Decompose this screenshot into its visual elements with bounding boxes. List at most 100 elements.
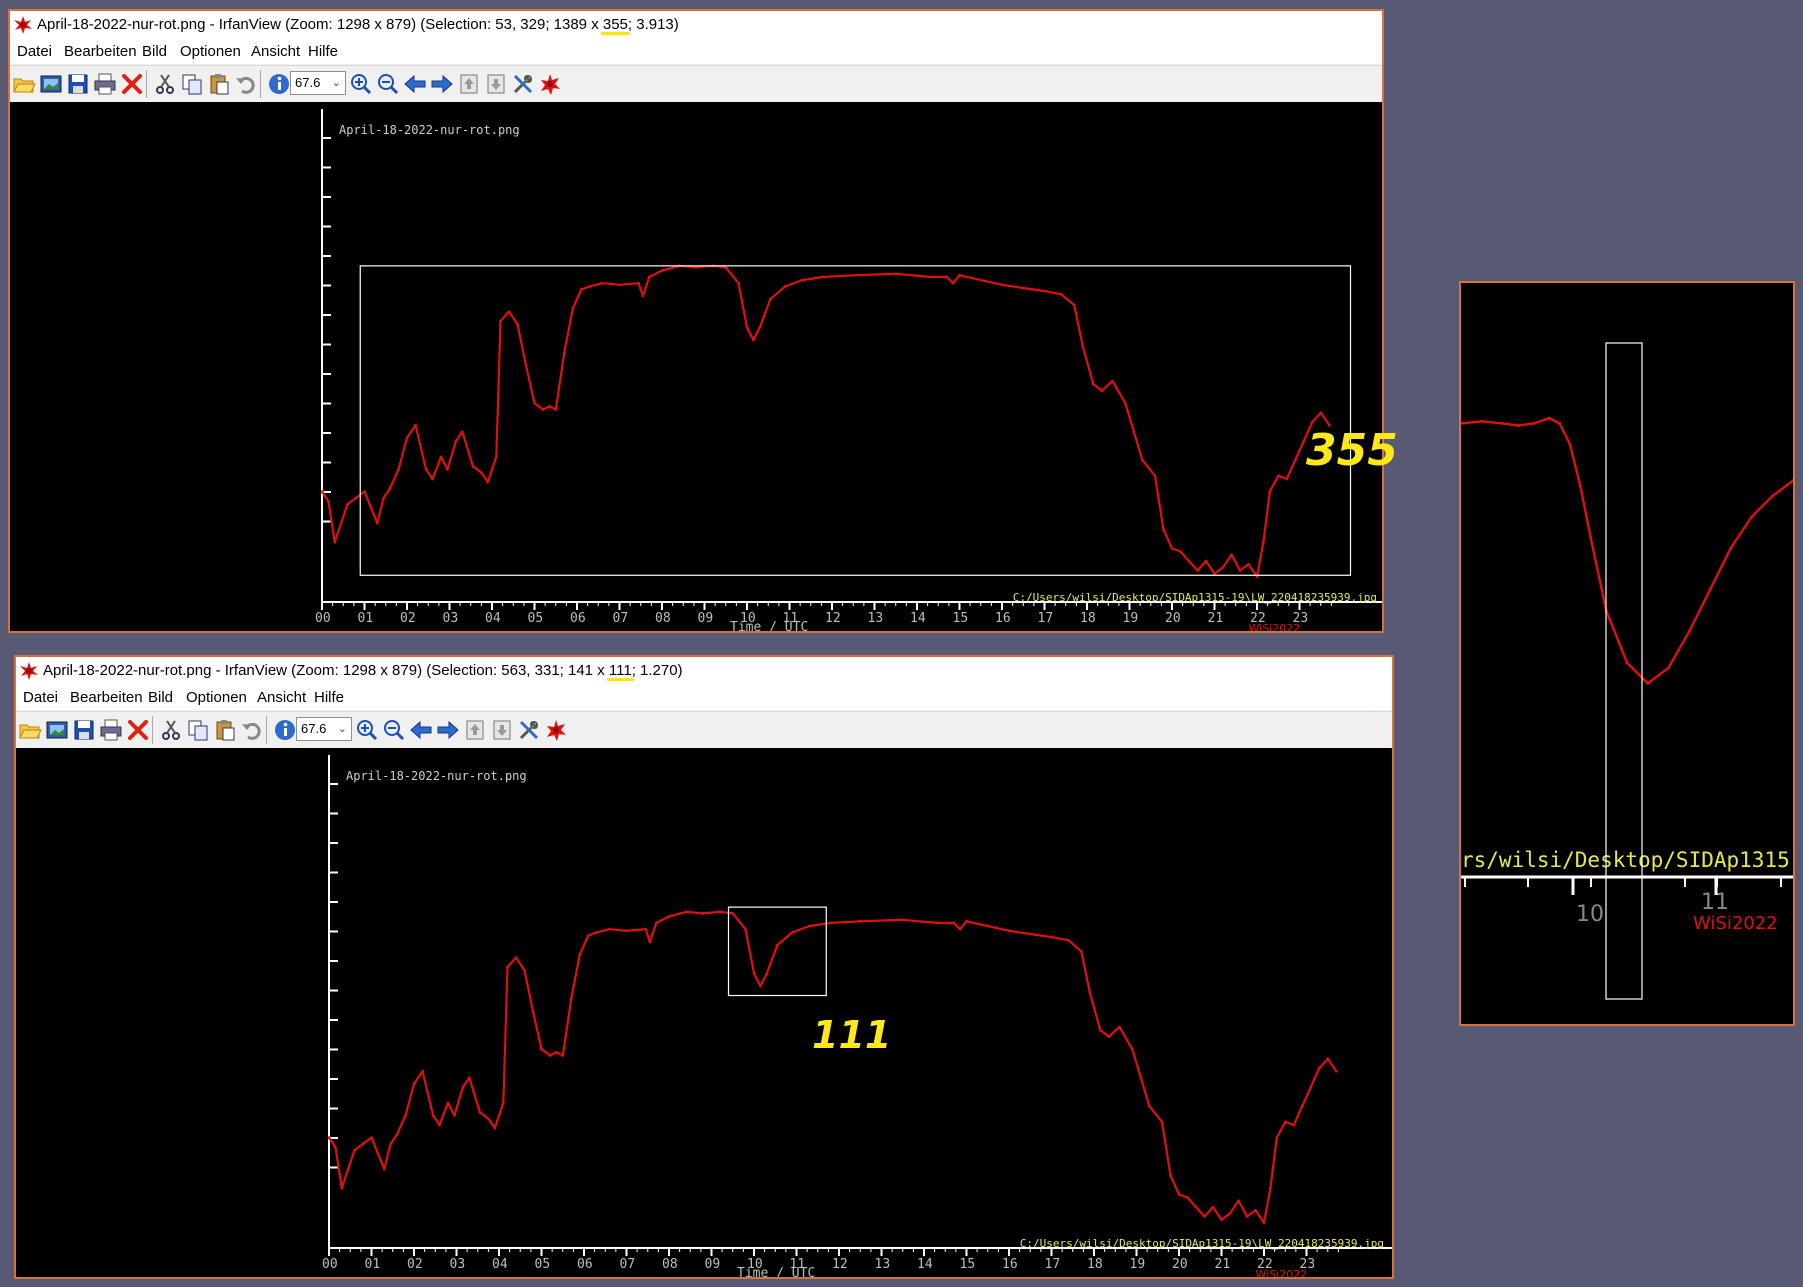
cut-icon[interactable] — [159, 718, 183, 742]
signal-point — [758, 326, 762, 329]
x-tick-label: 16 — [1002, 1257, 1018, 1272]
paste-icon[interactable] — [213, 718, 237, 742]
menu-ansicht[interactable]: Ansicht — [251, 43, 300, 60]
signal-point — [507, 310, 511, 314]
settings-icon[interactable] — [517, 718, 541, 742]
signal-point — [588, 284, 592, 288]
x-tick-label: 16 — [995, 611, 1011, 626]
signal-point — [506, 965, 509, 969]
save-icon[interactable] — [72, 718, 96, 742]
title-bar[interactable]: April-18-2022-nur-rot.png - IrfanView (Z… — [10, 11, 1382, 38]
info-icon[interactable] — [273, 718, 297, 742]
signal-point — [353, 1148, 356, 1152]
menu-optionen[interactable]: Optionen — [186, 689, 247, 706]
irfanview-logo-icon[interactable] — [544, 718, 568, 742]
signal-point — [421, 1069, 424, 1073]
x-tick-label: 05 — [535, 1257, 551, 1272]
menu-ansicht[interactable]: Ansicht — [257, 689, 306, 706]
settings-icon[interactable] — [511, 72, 535, 96]
zoom-out-icon[interactable] — [376, 72, 400, 96]
save-icon[interactable] — [66, 72, 90, 96]
open-folder-icon[interactable] — [12, 72, 36, 96]
signal-point — [501, 1101, 505, 1105]
image-canvas[interactable]: April-18-2022-nur-rot.png 00 01 02 03 04 05 06 0… — [16, 748, 1392, 1277]
zoom-signal-point — [1516, 423, 1520, 427]
menu-datei[interactable]: Datei — [23, 689, 58, 706]
signal-point — [516, 322, 519, 326]
signal-point — [533, 401, 536, 405]
zoom-level-combobox[interactable]: 67.6 ⌄ — [296, 717, 352, 741]
signal-point — [1230, 553, 1233, 557]
image-canvas[interactable]: April-18-2022-nur-rot.png 00 01 02 03 04 05 06 0… — [10, 102, 1398, 631]
signal-point — [554, 408, 558, 411]
page-down-icon[interactable] — [484, 72, 508, 96]
signal-point — [958, 927, 962, 931]
slideshow-icon[interactable] — [45, 718, 69, 742]
signal-point — [361, 1142, 365, 1146]
info-icon[interactable] — [267, 72, 291, 96]
zoom-tick-label-10: 10 — [1576, 902, 1604, 927]
signal-point — [571, 307, 575, 310]
signal-point — [654, 921, 658, 925]
signal-point — [775, 943, 779, 947]
signal-point — [807, 924, 811, 928]
signal-point — [405, 436, 409, 440]
signal-point — [389, 1142, 393, 1146]
zoom-signature: WiSi2022 — [1693, 913, 1778, 934]
signal-point — [1079, 949, 1083, 953]
x-tick-label: 06 — [577, 1257, 593, 1272]
menu-optionen[interactable]: Optionen — [180, 43, 241, 60]
next-icon[interactable] — [436, 718, 460, 742]
next-icon[interactable] — [430, 72, 454, 96]
undo-icon[interactable] — [240, 718, 264, 742]
title-bar[interactable]: April-18-2022-nur-rot.png - IrfanView (Z… — [16, 657, 1392, 684]
signal-point — [965, 919, 968, 923]
print-icon[interactable] — [93, 72, 117, 96]
title-highlight: 111 — [608, 662, 632, 679]
delete-icon[interactable] — [126, 718, 150, 742]
signal-point — [1179, 550, 1182, 553]
signal-point — [829, 921, 832, 925]
menu-bild[interactable]: Bild — [142, 43, 167, 60]
slideshow-icon[interactable] — [39, 72, 63, 96]
copy-icon[interactable] — [180, 72, 204, 96]
signal-point — [751, 338, 755, 342]
signal-point — [1160, 1120, 1164, 1124]
zoom-signal-point — [1568, 442, 1572, 446]
delete-icon[interactable] — [120, 72, 144, 96]
signal-point — [514, 956, 518, 960]
previous-icon[interactable] — [409, 718, 433, 742]
zoom-in-icon[interactable] — [355, 718, 379, 742]
zoom-out-icon[interactable] — [382, 718, 406, 742]
menu-bild[interactable]: Bild — [148, 689, 173, 706]
undo-icon[interactable] — [234, 72, 258, 96]
zoom-signal-line — [1461, 417, 1793, 685]
open-folder-icon[interactable] — [18, 718, 42, 742]
menu-hilfe[interactable]: Hilfe — [314, 689, 344, 706]
cut-icon[interactable] — [153, 72, 177, 96]
previous-icon[interactable] — [403, 72, 427, 96]
irfanview-logo-icon[interactable] — [538, 72, 562, 96]
paste-icon[interactable] — [207, 72, 231, 96]
signal-point — [618, 283, 621, 287]
zoom-in-icon[interactable] — [349, 72, 373, 96]
chevron-down-icon: ⌄ — [337, 723, 347, 735]
page-up-icon[interactable] — [463, 718, 487, 742]
selection-rectangle[interactable] — [727, 906, 827, 997]
x-tick-label: 00 — [322, 1257, 338, 1272]
page-up-icon[interactable] — [457, 72, 481, 96]
menu-bearbeiten[interactable]: Bearbeiten — [64, 43, 137, 60]
signal-point — [1275, 1136, 1279, 1139]
signal-point — [333, 540, 337, 544]
page-down-icon[interactable] — [490, 718, 514, 742]
print-icon[interactable] — [99, 718, 123, 742]
menu-datei[interactable]: Datei — [17, 43, 52, 60]
menu-hilfe[interactable]: Hilfe — [308, 43, 338, 60]
signal-point — [744, 927, 747, 931]
menu-bearbeiten[interactable]: Bearbeiten — [70, 689, 143, 706]
zoom-signal-point — [1547, 416, 1551, 420]
zoom-level-combobox[interactable]: 67.6 ⌄ — [290, 71, 346, 95]
image-path-text: C:/Users/wilsi/Desktop/SIDAp1315-19\LW_2… — [1013, 591, 1377, 604]
signal-point — [952, 921, 956, 925]
copy-icon[interactable] — [186, 718, 210, 742]
